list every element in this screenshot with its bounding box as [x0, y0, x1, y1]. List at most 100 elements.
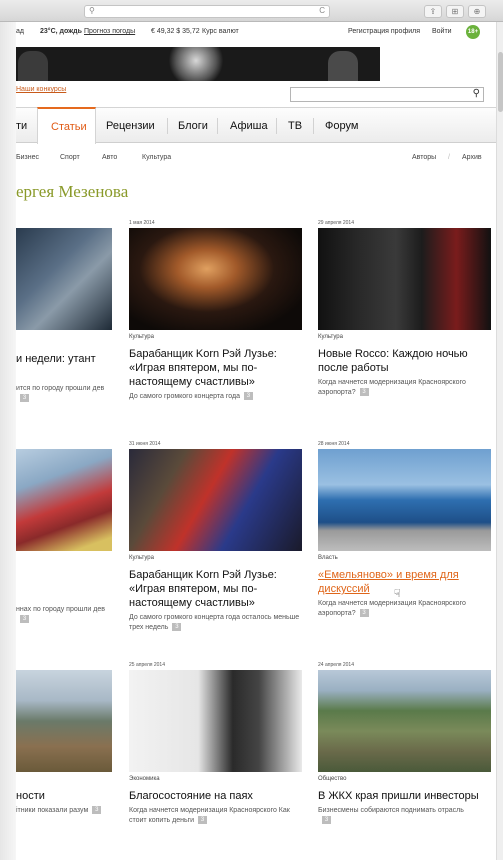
article-title[interactable]: ности: [16, 789, 112, 803]
article-card[interactable]: 25 апреля 2014 Экономика Благосостояние …: [129, 662, 302, 860]
search-icon[interactable]: ⚲: [473, 88, 480, 99]
register-link[interactable]: Регистрация профиля: [348, 28, 420, 35]
article-lead: До самого громкого концерта года осталос…: [129, 613, 302, 633]
reload-icon[interactable]: C: [319, 6, 325, 15]
article-card[interactable]: 29 апреля 2014 Культура Новые Rocco: Каж…: [318, 220, 491, 440]
currency-link[interactable]: Курс валют: [202, 28, 239, 35]
ad-banner[interactable]: [16, 47, 380, 81]
article-image[interactable]: [318, 670, 491, 772]
article-title[interactable]: «Емельяново» и время для дискуссий: [318, 568, 491, 596]
article-title[interactable]: Новые Rocco: Каждою ночью после работы: [318, 347, 491, 375]
forecast-link[interactable]: Прогноз погоды: [84, 28, 135, 35]
article-lead: Бизнесмены собираются поднимать отрасль 3: [318, 806, 468, 826]
article-lead-text: ится по городу прошли дев: [16, 385, 105, 392]
article-title[interactable]: и недели: утант: [16, 352, 112, 366]
article-lead: Когда начнется модернизация Красноярског…: [318, 599, 491, 619]
comment-count-badge[interactable]: 3: [172, 623, 182, 632]
comment-count-badge[interactable]: 3: [198, 816, 208, 825]
web-page: ад 23°C, дождь Прогноз погоды € 49,32 $ …: [16, 22, 496, 860]
article-image[interactable]: [129, 449, 302, 551]
article-lead: Когда начнется модернизация Красноярског…: [318, 378, 468, 398]
article-category[interactable]: Общество: [318, 776, 347, 782]
page-title: ергея Мезенова: [16, 182, 129, 201]
article-title[interactable]: Благосостояние на паях: [129, 789, 302, 803]
tabs-icon[interactable]: ⊞: [446, 5, 464, 18]
article-card[interactable]: ннах по городу прошли дев 3: [16, 441, 112, 641]
article-card[interactable]: 1 мая 2014 Культура Барабанщик Korn Рэй …: [129, 220, 302, 440]
nav-item-reviews[interactable]: Рецензии: [106, 120, 155, 132]
comment-count-badge[interactable]: 3: [359, 609, 369, 618]
article-image[interactable]: [16, 228, 112, 330]
nav-divider: [217, 118, 218, 134]
article-image[interactable]: [129, 228, 302, 330]
comment-count-badge[interactable]: 3: [322, 816, 331, 825]
article-card[interactable]: ности ітники показали разум 3: [16, 662, 112, 860]
subnav-sport[interactable]: Спорт: [60, 154, 80, 161]
article-date: 24 апреля 2014: [318, 662, 354, 668]
sub-nav: Бизнес Спорт Авто Культура Авторы / Архи…: [16, 144, 496, 172]
subnav-auto[interactable]: Авто: [102, 154, 117, 161]
article-image[interactable]: [16, 670, 112, 772]
banner-figure: [18, 51, 48, 81]
article-image[interactable]: [318, 449, 491, 551]
article-lead: Когда начнется модернизация Красноярског…: [129, 806, 302, 826]
article-image[interactable]: [129, 670, 302, 772]
subnav-culture[interactable]: Культура: [142, 154, 171, 161]
address-bar[interactable]: ⚲ C: [84, 5, 330, 18]
comment-count-badge[interactable]: 3: [359, 388, 369, 397]
article-date: 28 июня 2014: [318, 441, 350, 447]
article-card[interactable]: 24 апреля 2014 Общество В ЖКХ края пришл…: [318, 662, 491, 860]
nav-item-blogs[interactable]: Блоги: [178, 120, 208, 132]
comment-count-badge[interactable]: 3: [92, 806, 102, 815]
article-lead-text: Бизнесмены собираются поднимать отрасль: [318, 807, 464, 814]
nav-divider: [276, 118, 277, 134]
article-title[interactable]: Барабанщик Korn Рэй Лузье: «Играя впятер…: [129, 568, 302, 610]
article-lead-text: Когда начнется модернизация Красноярског…: [318, 600, 466, 617]
subnav-business[interactable]: Бизнес: [16, 154, 39, 161]
article-lead-text: До самого громкого концерта года осталос…: [129, 614, 300, 631]
article-lead: ннах по городу прошли дев 3: [16, 605, 112, 625]
comment-count-badge[interactable]: 3: [243, 392, 253, 401]
city-label: ад: [16, 28, 24, 35]
subnav-authors[interactable]: Авторы: [412, 154, 436, 161]
nav-item-news[interactable]: ти: [16, 120, 27, 132]
scrollbar-thumb[interactable]: [498, 52, 503, 112]
article-category[interactable]: Экономика: [129, 776, 160, 782]
article-lead: ится по городу прошли дев 3: [16, 384, 112, 404]
share-icon[interactable]: ⇪: [424, 5, 442, 18]
article-title[interactable]: Барабанщик Korn Рэй Лузье: «Играя впятер…: [129, 347, 302, 389]
nav-item-afisha[interactable]: Афиша: [230, 120, 268, 132]
article-image[interactable]: [318, 228, 491, 330]
comment-count-badge[interactable]: 3: [20, 615, 29, 624]
nav-item-forum[interactable]: Форум: [325, 120, 358, 132]
pointer-cursor-icon: ☟: [394, 588, 401, 600]
article-title[interactable]: В ЖКХ края пришли инвесторы: [318, 789, 491, 803]
article-lead-text: Когда начнется модернизация Красноярског…: [129, 807, 290, 824]
article-category[interactable]: Власть: [318, 555, 338, 561]
article-card[interactable]: 31 июня 2014 Культура Барабанщик Korn Рэ…: [129, 441, 302, 661]
article-image[interactable]: [16, 449, 112, 551]
contests-link[interactable]: Наши конкурсы: [16, 86, 66, 93]
article-category[interactable]: Культура: [318, 334, 343, 340]
login-link[interactable]: Войти: [432, 28, 452, 35]
search-input[interactable]: ⚲: [290, 87, 484, 102]
comment-count-badge[interactable]: 3: [20, 394, 29, 403]
article-date: 1 мая 2014: [129, 220, 155, 226]
nav-divider: [313, 118, 314, 134]
article-category[interactable]: Культура: [129, 555, 154, 561]
article-lead-text: Когда начнется модернизация Красноярског…: [318, 379, 466, 396]
top-info-bar: ад 23°C, дождь Прогноз погоды € 49,32 $ …: [16, 22, 496, 42]
article-card[interactable]: 28 июня 2014 Власть «Емельяново» и время…: [318, 441, 491, 661]
nav-item-articles[interactable]: Статьи: [37, 107, 96, 144]
subnav-archive[interactable]: Архив: [462, 154, 482, 161]
weather-label: 23°C, дождь: [40, 28, 82, 35]
article-date: 29 апреля 2014: [318, 220, 354, 226]
nav-item-tv[interactable]: ТВ: [288, 120, 302, 132]
article-category[interactable]: Культура: [129, 334, 154, 340]
download-icon[interactable]: ⊕: [468, 5, 486, 18]
article-card[interactable]: и недели: утант ится по городу прошли де…: [16, 220, 112, 420]
article-date: 25 апреля 2014: [129, 662, 165, 668]
vertical-scrollbar[interactable]: [496, 22, 503, 860]
article-lead: До самого громкого концерта года 3: [129, 392, 302, 402]
article-date: 31 июня 2014: [129, 441, 161, 447]
